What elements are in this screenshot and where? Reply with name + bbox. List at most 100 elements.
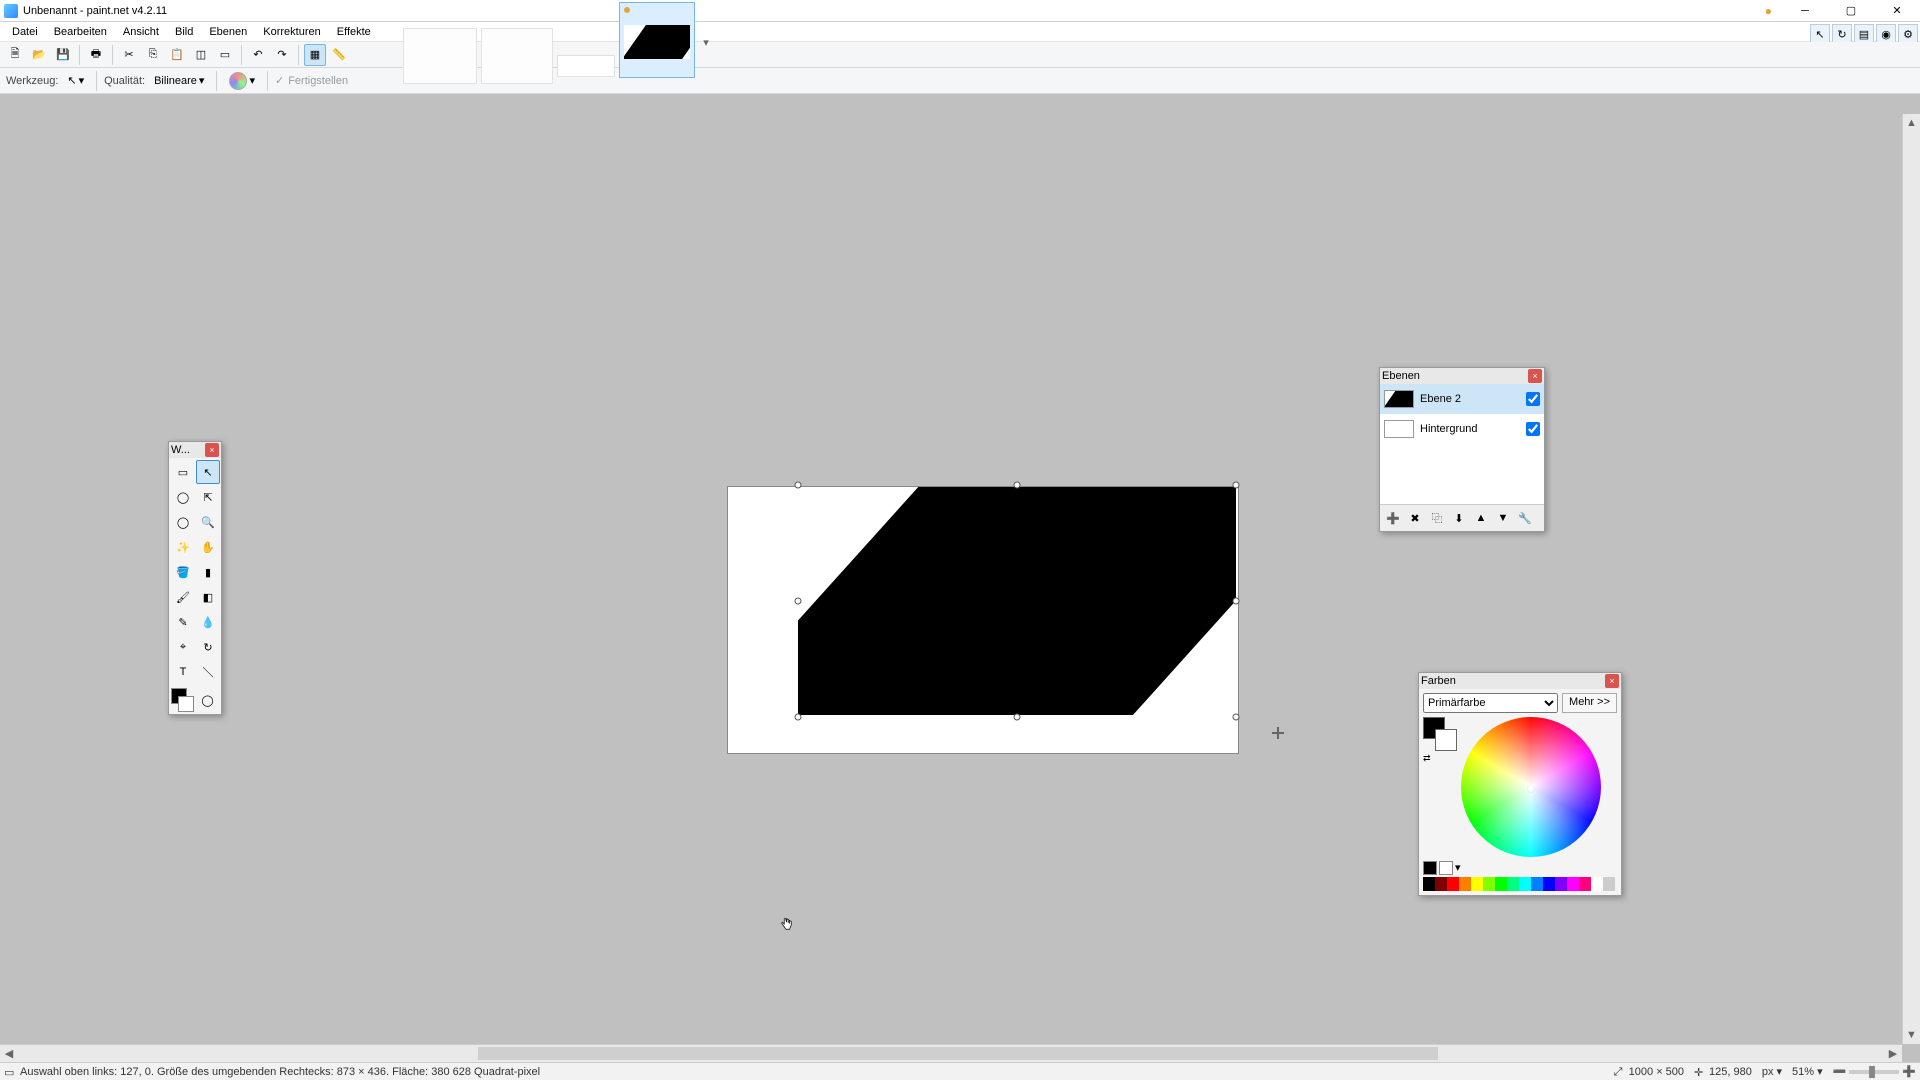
layer-visibility-checkbox[interactable] [1526, 422, 1540, 436]
palette-swatch[interactable] [1603, 877, 1615, 891]
canvas[interactable] [728, 487, 1238, 753]
duplicate-layer-icon[interactable]: ⿻ [1427, 508, 1447, 528]
lasso-tool-icon[interactable]: ◯ [171, 485, 195, 509]
palette-swatch[interactable] [1519, 877, 1531, 891]
save-file-icon[interactable]: 💾 [52, 44, 74, 66]
thumb-placeholder-2[interactable] [481, 28, 553, 84]
panel-close-icon[interactable]: × [205, 443, 219, 457]
toggle-layers-icon[interactable]: ▤ [1854, 24, 1874, 44]
paint-bucket-tool-icon[interactable]: 🪣 [171, 560, 195, 584]
merge-down-icon[interactable]: ⬇ [1449, 508, 1469, 528]
menu-korrekturen[interactable]: Korrekturen [255, 24, 328, 40]
color-wheel[interactable] [1461, 717, 1601, 857]
ruler-icon[interactable]: 📏 [328, 44, 350, 66]
handle-ne[interactable] [1233, 482, 1240, 489]
palette-swatch[interactable] [1483, 877, 1495, 891]
layers-panel[interactable]: Ebenen × Ebene 2 Hintergrund ➕ ✖ ⿻ ⬇ ▲ ▼… [1379, 367, 1545, 532]
move-tool-icon[interactable]: ↖ [196, 460, 220, 484]
add-layer-icon[interactable]: ➕ [1383, 508, 1403, 528]
undo-icon[interactable]: ↶ [247, 44, 269, 66]
delete-layer-icon[interactable]: ✖ [1405, 508, 1425, 528]
menu-effekte[interactable]: Effekte [329, 24, 379, 40]
shapes-tool-icon[interactable]: ◯ [196, 688, 219, 712]
handle-se[interactable] [1233, 714, 1240, 721]
menu-ansicht[interactable]: Ansicht [115, 24, 167, 40]
layer-properties-icon[interactable]: 🔧 [1515, 508, 1535, 528]
palette-swatch[interactable] [1459, 877, 1471, 891]
palette-swatch[interactable] [1423, 877, 1435, 891]
selection-box[interactable] [798, 485, 1236, 717]
vertical-scrollbar[interactable]: ▲ ▼ [1902, 114, 1920, 1044]
copy-icon[interactable]: ⎘ [142, 44, 164, 66]
hscroll-thumb[interactable] [478, 1047, 1438, 1060]
pan-tool-icon[interactable]: ✋ [196, 535, 220, 559]
grid-icon[interactable]: ▦ [304, 44, 326, 66]
handle-sw[interactable] [795, 714, 802, 721]
move-selection-tool-icon[interactable]: ⇱ [196, 485, 220, 509]
brush-tool-icon[interactable]: 🖌 [171, 585, 195, 609]
cut-icon[interactable]: ✂ [118, 44, 140, 66]
minimize-button[interactable]: ─ [1782, 0, 1828, 22]
palette-dropdown-icon[interactable]: ▾ [1455, 861, 1465, 875]
line-tool-icon[interactable]: ＼ [196, 660, 220, 684]
close-button[interactable]: ✕ [1874, 0, 1920, 22]
black-swatch[interactable] [1423, 861, 1437, 875]
palette-swatch[interactable] [1555, 877, 1567, 891]
sampling-picker[interactable]: ▾ [224, 70, 260, 92]
quality-picker[interactable]: Bilineare ▾ [149, 72, 209, 89]
new-file-icon[interactable]: 🗎 [4, 44, 26, 66]
primary-secondary-swatch[interactable] [1423, 717, 1457, 751]
color-wheel-indicator[interactable] [1527, 785, 1535, 793]
workspace[interactable] [0, 114, 1902, 1044]
open-file-icon[interactable]: 📂 [28, 44, 50, 66]
unit-picker[interactable]: px▾ [1762, 1065, 1782, 1078]
move-up-icon[interactable]: ▲ [1471, 508, 1491, 528]
colors-panel[interactable]: Farben × Primärfarbe Mehr >> ⇄ ▾ [1418, 672, 1622, 896]
palette-swatch[interactable] [1435, 877, 1447, 891]
handle-s[interactable] [1014, 714, 1021, 721]
zoom-tool-icon[interactable]: 🔍 [196, 510, 220, 534]
handle-nw[interactable] [795, 482, 802, 489]
more-button[interactable]: Mehr >> [1562, 693, 1617, 713]
recolor-tool-icon[interactable]: ↻ [196, 635, 220, 659]
eraser-tool-icon[interactable]: ◧ [196, 585, 220, 609]
menu-bild[interactable]: Bild [167, 24, 201, 40]
settings-icon[interactable]: ⚙ [1898, 24, 1918, 44]
color-swatches-icon[interactable] [171, 688, 194, 712]
zoom-slider[interactable] [1849, 1070, 1899, 1074]
handle-n[interactable] [1014, 482, 1021, 489]
handle-e[interactable] [1233, 598, 1240, 605]
scroll-right-icon[interactable]: ▶ [1884, 1045, 1902, 1062]
palette-swatch[interactable] [1531, 877, 1543, 891]
magic-wand-tool-icon[interactable]: ✨ [171, 535, 195, 559]
layer-row[interactable]: Ebene 2 [1380, 384, 1544, 414]
palette-swatch[interactable] [1543, 877, 1555, 891]
panel-close-icon[interactable]: × [1528, 369, 1542, 383]
scroll-left-icon[interactable]: ◀ [0, 1045, 18, 1062]
paste-icon[interactable]: 📋 [166, 44, 188, 66]
gradient-tool-icon[interactable]: ▮ [196, 560, 220, 584]
thumb-overflow-icon[interactable]: ▾ [699, 12, 713, 72]
zoom-in-icon[interactable]: ➕ [1902, 1065, 1916, 1078]
menu-ebenen[interactable]: Ebenen [201, 24, 255, 40]
toggle-tools-icon[interactable]: ↖ [1810, 24, 1830, 44]
rect-select-tool-icon[interactable]: ▭ [171, 460, 195, 484]
maximize-button[interactable]: ▢ [1828, 0, 1874, 22]
print-icon[interactable]: 🖶 [85, 44, 107, 66]
palette-swatch[interactable] [1495, 877, 1507, 891]
deselect-icon[interactable]: ▭ [214, 44, 236, 66]
zoom-out-icon[interactable]: ➖ [1833, 1065, 1847, 1078]
handle-w[interactable] [795, 598, 802, 605]
palette-swatch[interactable] [1567, 877, 1579, 891]
thumb-placeholder-3[interactable] [557, 55, 615, 77]
redo-icon[interactable]: ↷ [271, 44, 293, 66]
palette-swatch[interactable] [1591, 877, 1603, 891]
zoom-picker[interactable]: 51%▾ [1792, 1065, 1823, 1078]
menu-bearbeiten[interactable]: Bearbeiten [46, 24, 115, 40]
layer-visibility-checkbox[interactable] [1526, 392, 1540, 406]
scroll-down-icon[interactable]: ▼ [1903, 1026, 1920, 1044]
layer-row[interactable]: Hintergrund [1380, 414, 1544, 444]
color-mode-select[interactable]: Primärfarbe [1423, 693, 1558, 713]
active-document-thumb[interactable] [619, 2, 695, 78]
scroll-up-icon[interactable]: ▲ [1903, 114, 1920, 132]
